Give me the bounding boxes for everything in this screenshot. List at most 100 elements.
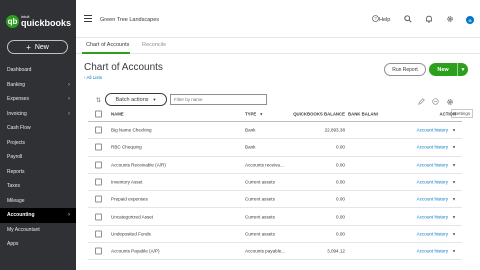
sort-icon[interactable]: ⇅ <box>96 97 101 104</box>
account-history-action[interactable]: Account history ▼ <box>388 145 456 150</box>
column-header-qb-balance[interactable]: QUICKBOOKS BALANCE <box>293 112 345 117</box>
column-header-bank-balance[interactable]: BANK BALANCE <box>348 112 378 117</box>
account-history-link[interactable]: Account history <box>417 249 448 254</box>
sidebar-item-label: Projects <box>7 139 26 146</box>
sidebar-item-expenses[interactable]: Expenses › <box>0 92 76 107</box>
chevron-down-icon: ▼ <box>259 111 264 117</box>
account-history-link[interactable]: Account history <box>417 197 448 202</box>
new-account-button[interactable]: New ▼ <box>429 63 468 76</box>
account-type: Accounts payable... <box>245 248 286 254</box>
chevron-down-icon[interactable]: ▼ <box>452 197 456 202</box>
plus-icon: + <box>26 42 31 52</box>
sidebar-item-label: Mileage <box>7 197 25 204</box>
table-row[interactable]: Big Name Checking Bank 22,893.38 Account hi… <box>88 122 462 140</box>
chevron-down-icon[interactable]: ▼ <box>452 162 456 167</box>
account-type: Current assets <box>245 214 275 220</box>
chevron-down-icon[interactable]: ▼ <box>452 214 456 219</box>
sidebar-new-button[interactable]: + New <box>7 40 68 54</box>
sidebar-item-payroll[interactable]: Payroll <box>0 150 76 165</box>
account-history-link[interactable]: Account history <box>417 145 448 150</box>
table-row[interactable]: Inventory Asset Current assets 0.00 Account… <box>88 174 462 192</box>
account-history-link[interactable]: Account history <box>417 162 448 167</box>
sidebar-item-reports[interactable]: Reports <box>0 165 76 180</box>
sidebar-item-invoicing[interactable]: Invoicing › <box>0 107 76 122</box>
account-history-link[interactable]: Account history <box>417 214 448 219</box>
help-link[interactable]: Help <box>379 17 390 23</box>
back-link[interactable]: ‹ All Lists <box>84 75 102 80</box>
hamburger-icon[interactable] <box>84 15 92 24</box>
sidebar-item-banking[interactable]: Banking › <box>0 78 76 93</box>
chevron-down-icon[interactable]: ▼ <box>452 249 456 254</box>
quickbooks-logo[interactable]: qb intuit quickbooks <box>6 10 71 32</box>
sidebar-item-dashboard[interactable]: Dashboard <box>0 63 76 78</box>
chevron-down-icon[interactable]: ▼ <box>452 128 456 133</box>
qb-balance: 22,893.38 <box>324 127 345 133</box>
row-checkbox[interactable] <box>95 161 102 169</box>
chevron-down-icon[interactable]: ▼ <box>452 231 456 236</box>
table-row[interactable]: Prepaid expenses Current assets 0.00 Accoun… <box>88 191 462 209</box>
row-checkbox[interactable] <box>95 213 102 221</box>
account-history-action[interactable]: Account history ▼ <box>388 214 456 219</box>
run-report-button[interactable]: Run Report <box>384 63 426 76</box>
row-checkbox[interactable] <box>95 230 102 238</box>
sidebar-item-apps[interactable]: Apps <box>0 237 76 252</box>
company-name: Green Tree Landscapes <box>100 17 160 23</box>
row-checkbox[interactable] <box>95 126 102 134</box>
row-checkbox[interactable] <box>95 178 102 186</box>
export-icon[interactable] <box>432 98 439 107</box>
sidebar-item-my-accountant[interactable]: My Accountant <box>0 223 76 238</box>
sidebar-item-taxes[interactable]: Taxes <box>0 179 76 194</box>
chevron-down-icon[interactable]: ▼ <box>457 63 468 76</box>
gear-icon[interactable] <box>446 15 454 25</box>
help-icon[interactable]: ? <box>372 15 379 24</box>
batch-actions-label: Batch actions <box>115 96 149 103</box>
sidebar-item-label: Taxes <box>7 183 21 190</box>
account-name: RBC Chequing <box>111 144 142 150</box>
account-history-action[interactable]: Account history ▼ <box>388 162 456 167</box>
table-row[interactable]: Undeposited Funds Current assets 0.00 Accou… <box>88 226 462 244</box>
table-row[interactable]: Accounts Receivable (A/R) Accounts receiv… <box>88 157 462 174</box>
chevron-down-icon[interactable]: ▼ <box>452 180 456 185</box>
avatar[interactable]: G <box>466 16 474 24</box>
sidebar-item-projects[interactable]: Projects <box>0 136 76 151</box>
sidebar-new-label: New <box>34 43 49 51</box>
sidebar-item-label: Cash Flow <box>7 125 31 132</box>
row-checkbox[interactable] <box>95 143 102 151</box>
new-account-label: New <box>437 66 449 73</box>
table-row[interactable]: Uncategorized Asset Current assets 0.00 Acc… <box>88 208 462 226</box>
select-all-checkbox[interactable] <box>95 110 102 118</box>
account-history-link[interactable]: Account history <box>417 180 448 185</box>
row-checkbox[interactable] <box>95 247 102 255</box>
account-history-action[interactable]: Account history ▼ <box>388 128 456 133</box>
table-row[interactable]: Accounts Payable (A/P) Accounts payable..… <box>88 243 462 261</box>
sidebar-item-mileage[interactable]: Mileage <box>0 194 76 209</box>
sidebar-item-label: Apps <box>7 241 19 248</box>
column-header-action: ACTION <box>439 111 456 117</box>
qb-balance: 0.00 <box>336 162 345 168</box>
sidebar-item-accounting[interactable]: Accounting › <box>0 208 76 223</box>
tab-chart-of-accounts[interactable]: Chart of Accounts <box>86 42 129 48</box>
account-history-action[interactable]: Account history ▼ <box>388 249 456 254</box>
account-history-action[interactable]: Account history ▼ <box>388 231 456 236</box>
account-name: Inventory Asset <box>111 179 143 185</box>
sidebar-item-cash-flow[interactable]: Cash Flow <box>0 121 76 136</box>
account-history-link[interactable]: Account history <box>417 128 448 133</box>
column-header-type[interactable]: TYPE ▼ <box>245 112 291 117</box>
chevron-down-icon[interactable]: ▼ <box>452 145 456 150</box>
account-history-action[interactable]: Account history ▼ <box>388 180 456 185</box>
quickbooks-logo-icon: qb <box>6 14 19 28</box>
account-history-action[interactable]: Account history ▼ <box>388 197 456 202</box>
filter-input[interactable] <box>170 94 267 105</box>
search-icon[interactable] <box>404 15 412 25</box>
chevron-right-icon: › <box>68 110 70 117</box>
account-history-link[interactable]: Account history <box>417 231 448 236</box>
column-header-name[interactable]: NAME <box>111 112 231 117</box>
print-icon[interactable] <box>418 98 425 107</box>
qb-balance: 0.00 <box>336 214 345 220</box>
tab-reconcile[interactable]: Reconcile <box>142 42 166 48</box>
account-type: Accounts receiva... <box>245 162 284 168</box>
bell-icon[interactable] <box>425 15 433 25</box>
row-checkbox[interactable] <box>95 195 102 203</box>
batch-actions-button[interactable]: Batch actions ▼ <box>105 93 167 106</box>
table-row[interactable]: RBC Chequing Bank 0.00 Account history ▼ <box>88 139 462 157</box>
